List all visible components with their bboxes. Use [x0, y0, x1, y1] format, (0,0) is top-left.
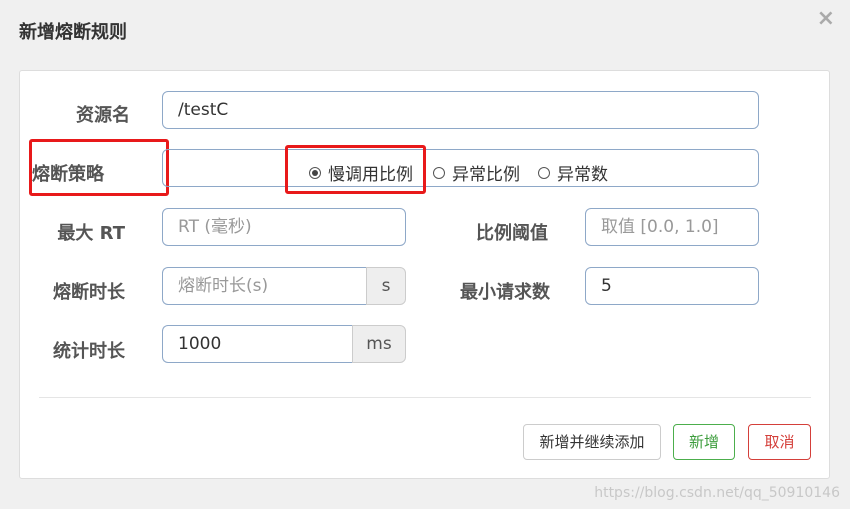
- radio-unselected-icon: [433, 166, 445, 179]
- stat-duration-label: 统计时长: [53, 341, 125, 362]
- strategy-radio-group: 慢调用比例 异常比例 异常数: [162, 149, 759, 187]
- max-rt-input[interactable]: RT (毫秒): [162, 208, 406, 246]
- stat-duration-group: 1000 ms: [162, 325, 406, 363]
- ratio-threshold-input[interactable]: 取值 [0.0, 1.0]: [585, 208, 759, 246]
- cancel-button[interactable]: 取消: [748, 424, 811, 460]
- break-duration-input[interactable]: 熔断时长(s): [162, 267, 366, 305]
- max-rt-label: 最大 RT: [57, 223, 125, 244]
- close-icon[interactable]: ×: [817, 6, 835, 31]
- break-duration-group: 熔断时长(s) s: [162, 267, 406, 305]
- add-and-continue-button[interactable]: 新增并继续添加: [523, 424, 661, 460]
- radio-label-error-ratio: 异常比例: [452, 165, 520, 185]
- radio-unselected-icon: [538, 166, 550, 179]
- selected-strategy-highlight: [285, 145, 426, 194]
- strategy-label-highlight: [29, 139, 169, 196]
- radio-error-count[interactable]: 异常数: [538, 160, 608, 185]
- break-duration-label: 熔断时长: [53, 282, 125, 303]
- break-duration-unit: s: [366, 267, 406, 305]
- dialog-title: 新增熔断规则: [19, 22, 127, 43]
- watermark: https://blog.csdn.net/qq_50910146: [594, 485, 840, 501]
- resource-input[interactable]: /testC: [162, 91, 759, 129]
- footer-divider: [39, 397, 811, 398]
- rule-form-panel: 资源名 /testC 熔断策略 慢调用比例 异常比例 异常数 最大 RT RT …: [19, 70, 830, 479]
- add-button[interactable]: 新增: [673, 424, 735, 460]
- radio-label-error-count: 异常数: [557, 165, 608, 185]
- min-requests-label: 最小请求数: [460, 282, 550, 303]
- stat-duration-input[interactable]: 1000: [162, 325, 352, 363]
- radio-error-ratio[interactable]: 异常比例: [433, 160, 520, 185]
- stat-duration-unit: ms: [352, 325, 406, 363]
- ratio-threshold-label: 比例阈值: [476, 223, 548, 244]
- resource-label: 资源名: [76, 105, 130, 126]
- min-requests-input[interactable]: 5: [585, 267, 759, 305]
